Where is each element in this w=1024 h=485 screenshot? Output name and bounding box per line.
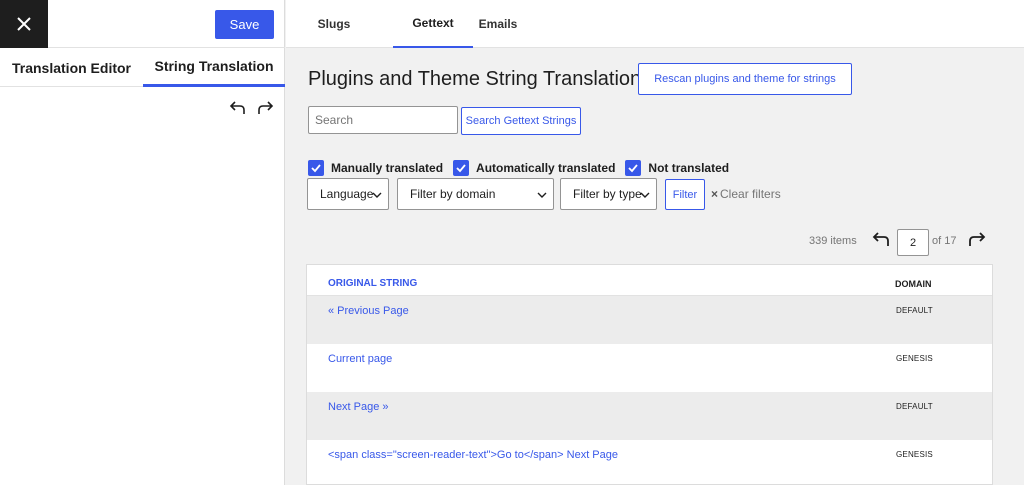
sidebar-header: Save: [0, 0, 285, 48]
save-button[interactable]: Save: [215, 10, 274, 39]
table-row[interactable]: <span class="screen-reader-text">Go to</…: [307, 440, 992, 484]
checkbox-checked-icon: [625, 160, 642, 176]
language-select[interactable]: Language: [307, 178, 389, 210]
tab-translation-editor[interactable]: Translation Editor: [0, 48, 143, 87]
checkbox-automatically-translated[interactable]: Automatically translated: [453, 160, 615, 176]
close-button[interactable]: [0, 0, 48, 48]
previous-page-icon[interactable]: [870, 231, 890, 249]
filter-button[interactable]: Filter: [665, 179, 705, 210]
select-value: Filter by domain: [410, 187, 496, 201]
search-gettext-button[interactable]: Search Gettext Strings: [461, 107, 581, 135]
original-string-link[interactable]: Current page: [328, 353, 392, 365]
table-row[interactable]: Next Page » DEFAULT: [307, 392, 992, 440]
checkbox-label: Not translated: [648, 161, 730, 175]
original-string-link[interactable]: Next Page »: [328, 401, 389, 413]
checkbox-label: Manually translated: [331, 161, 444, 175]
type-select[interactable]: Filter by type: [560, 178, 657, 210]
rescan-button[interactable]: Rescan plugins and theme for strings: [638, 63, 852, 95]
domain-cell: DEFAULT: [896, 402, 933, 411]
status-checkboxes: Manually translated Automatically transl…: [308, 159, 739, 177]
close-icon: [17, 17, 31, 31]
table-header: ORIGINAL STRING DOMAIN: [307, 265, 992, 296]
items-count: 339 items: [809, 235, 857, 247]
tab-slugs[interactable]: Slugs: [300, 0, 368, 48]
checkbox-not-translated[interactable]: Not translated: [625, 160, 729, 176]
column-header-domain: DOMAIN: [895, 279, 932, 289]
domain-select[interactable]: Filter by domain: [397, 178, 554, 210]
tab-emails[interactable]: Emails: [476, 0, 520, 48]
select-value: Language: [320, 187, 374, 201]
close-icon: ×: [711, 187, 719, 201]
tab-gettext[interactable]: Gettext: [393, 0, 473, 48]
clear-filters-label: Clear filters: [720, 187, 781, 201]
table-row[interactable]: « Previous Page DEFAULT: [307, 296, 992, 344]
original-string-link[interactable]: « Previous Page: [328, 305, 409, 317]
strings-table: ORIGINAL STRING DOMAIN « Previous Page D…: [306, 264, 993, 485]
editor-sidebar: Save Translation Editor String Translati…: [0, 0, 285, 485]
checkbox-label: Automatically translated: [476, 161, 616, 175]
domain-cell: GENESIS: [896, 450, 933, 459]
tab-string-translation[interactable]: String Translation: [143, 48, 285, 87]
clear-filters-link[interactable]: × Clear filters: [711, 187, 781, 201]
checkbox-checked-icon: [453, 160, 470, 176]
original-string-link[interactable]: <span class="screen-reader-text">Go to</…: [328, 449, 618, 461]
next-page-icon[interactable]: [968, 231, 988, 249]
redo-icon[interactable]: [257, 100, 275, 118]
checkbox-manually-translated[interactable]: Manually translated: [308, 160, 443, 176]
page-total: of 17: [932, 235, 957, 247]
chevron-down-icon: [537, 192, 547, 198]
domain-cell: DEFAULT: [896, 306, 933, 315]
search-input[interactable]: [308, 106, 458, 134]
sidebar-tabs: Translation Editor String Translation: [0, 48, 285, 87]
domain-cell: GENESIS: [896, 354, 933, 363]
column-header-original-string[interactable]: ORIGINAL STRING: [328, 278, 417, 289]
chevron-down-icon: [640, 192, 650, 198]
checkbox-checked-icon: [308, 160, 324, 176]
select-value: Filter by type: [573, 187, 642, 201]
top-tabs: Slugs Gettext Emails: [286, 0, 1024, 48]
chevron-down-icon: [372, 192, 382, 198]
page-title: Plugins and Theme String Translation: [308, 68, 642, 90]
table-row[interactable]: Current page GENESIS: [307, 344, 992, 392]
undo-icon[interactable]: [228, 100, 246, 118]
page-number-input[interactable]: [897, 229, 929, 256]
